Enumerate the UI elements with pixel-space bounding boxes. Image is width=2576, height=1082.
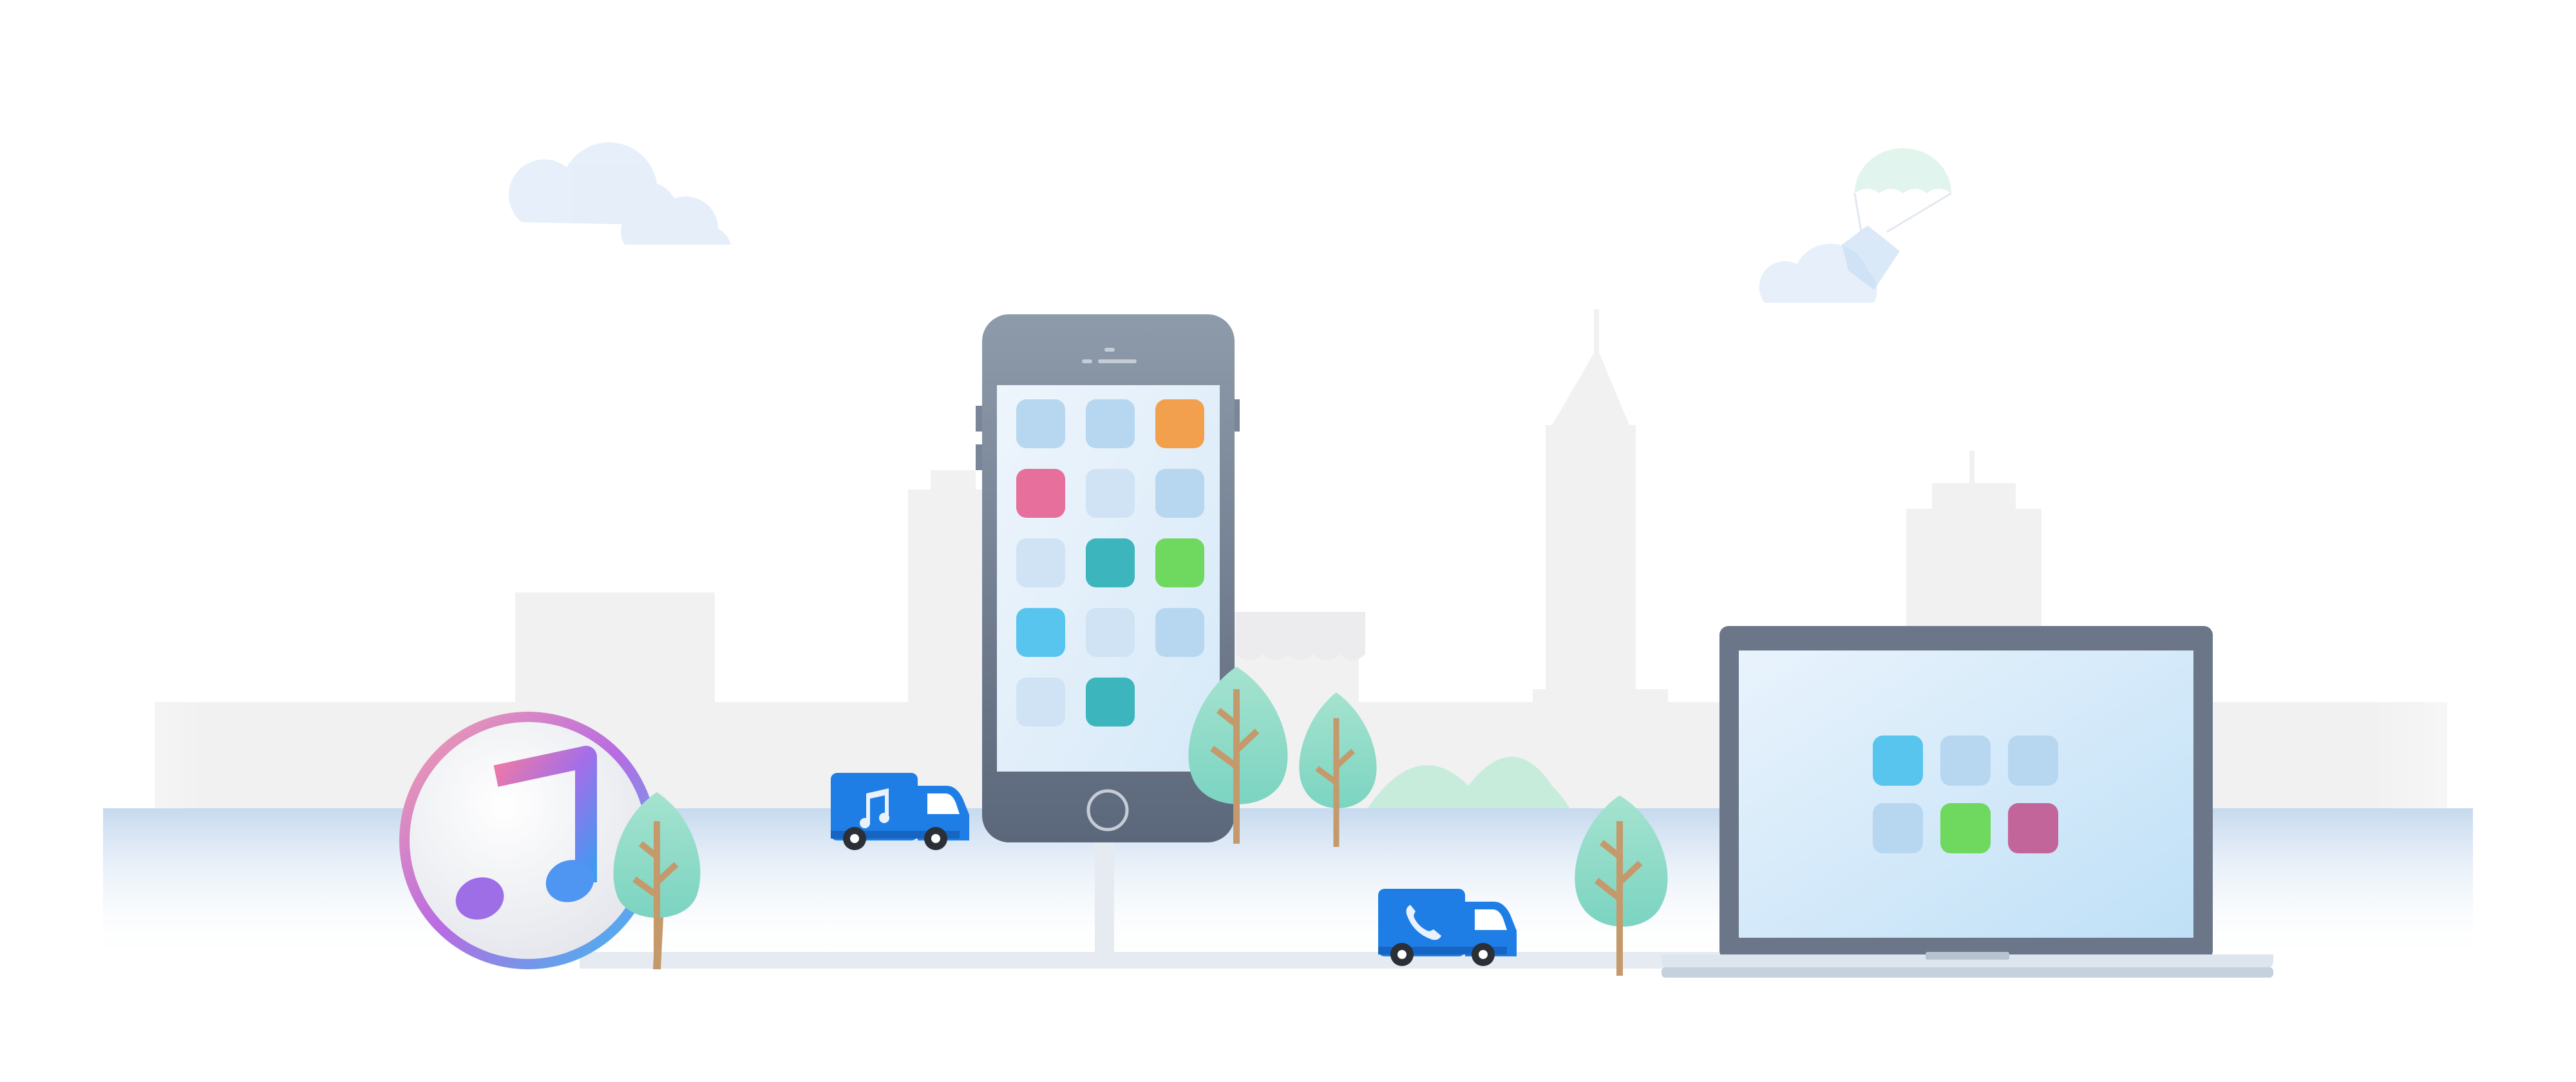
app-icon[interactable] bbox=[1873, 736, 1923, 786]
app-icon[interactable] bbox=[1940, 803, 1991, 853]
app-icon[interactable] bbox=[1016, 678, 1065, 726]
illustration-canvas bbox=[0, 142, 2576, 978]
app-icon[interactable] bbox=[1016, 469, 1065, 518]
app-icon[interactable] bbox=[1940, 736, 1991, 786]
app-icon[interactable] bbox=[1016, 399, 1065, 448]
app-icon[interactable] bbox=[1016, 538, 1065, 587]
cloud-left bbox=[508, 142, 731, 245]
app-icon[interactable] bbox=[1873, 803, 1923, 853]
app-icon[interactable] bbox=[1086, 608, 1135, 657]
app-icon[interactable] bbox=[1155, 538, 1204, 587]
app-icon[interactable] bbox=[1016, 608, 1065, 657]
laptop-screen bbox=[1739, 650, 2193, 938]
parachute-box-icon bbox=[1842, 148, 1952, 290]
app-icon[interactable] bbox=[1155, 469, 1204, 518]
app-icon[interactable] bbox=[1155, 399, 1204, 448]
app-icon[interactable] bbox=[2008, 803, 2058, 853]
app-icon[interactable] bbox=[1155, 608, 1204, 657]
app-icon[interactable] bbox=[2008, 736, 2058, 786]
store-silhouette bbox=[1236, 612, 1365, 661]
road-connector bbox=[1095, 837, 1114, 960]
app-icon[interactable] bbox=[1086, 538, 1135, 587]
app-icon[interactable] bbox=[1086, 678, 1135, 726]
app-icon[interactable] bbox=[1086, 469, 1135, 518]
laptop bbox=[1662, 626, 2273, 978]
itunes-icon bbox=[399, 712, 657, 969]
app-icon[interactable] bbox=[1086, 399, 1135, 448]
